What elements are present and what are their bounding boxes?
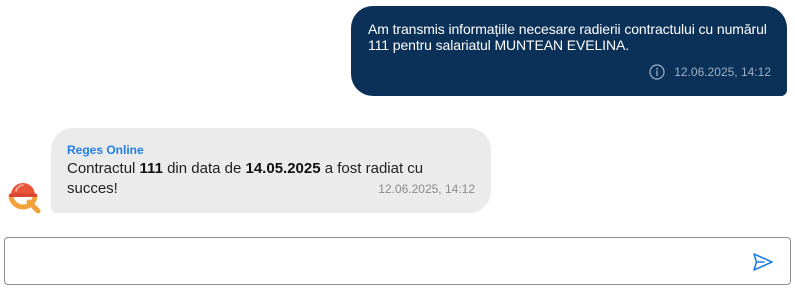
- message-input[interactable]: [17, 246, 741, 278]
- reges-logo-icon: [7, 178, 43, 214]
- info-icon[interactable]: [649, 64, 665, 80]
- incoming-text-part2: din data de: [162, 160, 246, 177]
- outgoing-message-text: Am transmis informațiile necesare radier…: [368, 21, 767, 53]
- send-icon[interactable]: [752, 251, 774, 273]
- message-composer: [4, 237, 791, 285]
- incoming-message-timestamp: 12.06.2025, 14:12: [378, 182, 475, 196]
- outgoing-message-meta: 12.06.2025, 14:12: [649, 64, 771, 80]
- incoming-message-bubble: Reges Online Contractul 111 din data de …: [51, 128, 491, 213]
- outgoing-message-bubble: Am transmis informațiile necesare radier…: [351, 6, 787, 96]
- contract-number: 111: [139, 160, 163, 177]
- outgoing-message-timestamp: 12.06.2025, 14:12: [674, 65, 771, 79]
- message-sender-name: Reges Online: [67, 143, 144, 157]
- incoming-text-part1: Contractul: [67, 160, 140, 177]
- contract-date: 14.05.2025: [245, 160, 321, 177]
- chat-window: Am transmis informațiile necesare radier…: [0, 0, 795, 289]
